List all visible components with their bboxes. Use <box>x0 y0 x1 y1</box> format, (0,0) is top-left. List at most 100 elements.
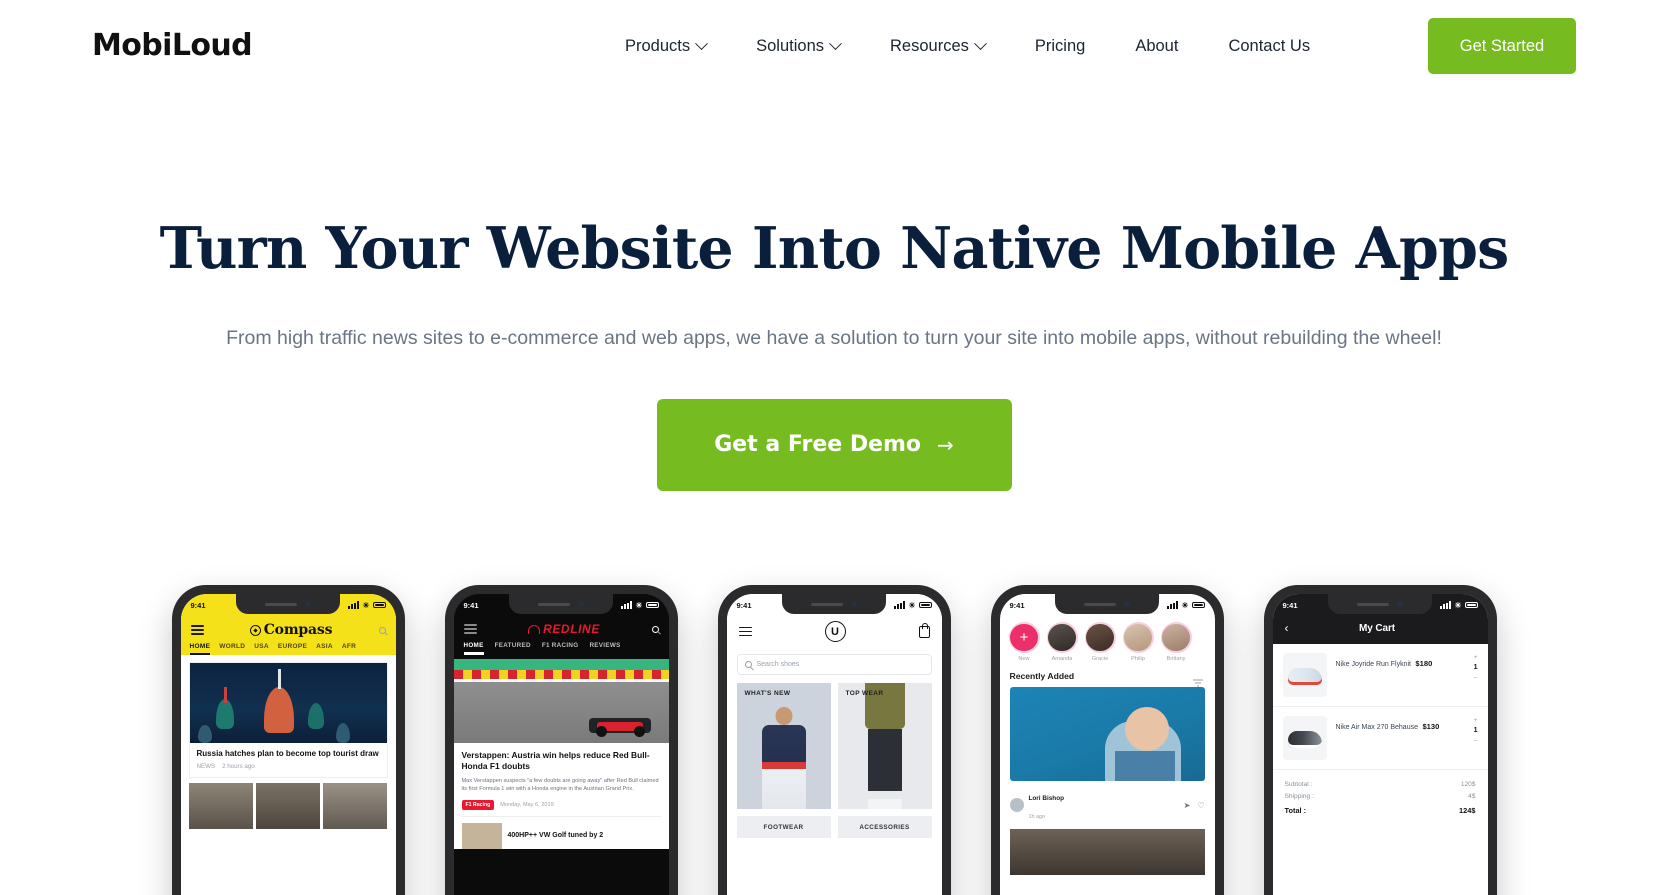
speaker-icon <box>1084 602 1116 606</box>
chevron-down-icon <box>974 37 987 51</box>
mobiloud-logo[interactable]: MobiLoud <box>92 28 253 63</box>
nav-item-pricing[interactable]: Pricing <box>1010 37 1110 56</box>
hamburger-menu-icon[interactable] <box>463 622 477 636</box>
signal-icon <box>621 601 633 609</box>
phone-mockups: 9:41 ☀ Compass HOME WORLD USA EUROPE ASI… <box>0 585 1668 895</box>
get-free-demo-button[interactable]: Get a Free Demo → <box>656 398 1012 491</box>
tab-home[interactable]: HOME <box>189 643 211 655</box>
hero-section: Turn Your Website Into Native Mobile App… <box>0 93 1668 491</box>
tab-home[interactable]: HOME <box>464 642 484 655</box>
story-gracie[interactable]: Gracie <box>1084 622 1116 662</box>
article-date: Monday, May 6, 2019 <box>500 801 554 808</box>
next-article-row[interactable]: 400HP++ VW Golf tuned by 2 <box>461 817 661 849</box>
nav-item-contact-us[interactable]: Contact Us <box>1203 37 1335 56</box>
category-accessories[interactable]: ACCESSORIES <box>837 816 932 838</box>
tab-world[interactable]: WORLD <box>219 643 245 655</box>
tab-reviews[interactable]: REVIEWS <box>589 642 620 655</box>
battery-icon <box>918 602 932 608</box>
search-input[interactable]: Search shoes <box>736 654 932 675</box>
quantity-value: 1 <box>1473 664 1478 672</box>
story-amanda[interactable]: Amanda <box>1046 622 1078 662</box>
battery-icon <box>372 602 386 608</box>
next-post-image[interactable] <box>1009 829 1205 875</box>
story-brittany[interactable]: Brittany <box>1160 622 1192 662</box>
app-bar: REDLINE <box>453 616 669 639</box>
wifi-icon: ☀ <box>1181 600 1189 610</box>
thumbnail[interactable] <box>323 783 388 830</box>
cart-item[interactable]: Nike Air Max 270 Behause $130 + 1 − <box>1272 707 1488 770</box>
quantity-stepper[interactable]: + 1 − <box>1474 653 1478 684</box>
post-author: Lori Bishop <box>1028 795 1065 802</box>
quantity-stepper[interactable]: + 1 − <box>1474 716 1478 747</box>
story-ring: + <box>1008 622 1040 653</box>
promo-tile-label: TOP WEAR <box>845 690 884 697</box>
subtotal-value: 120$ <box>1460 780 1476 788</box>
speaker-icon <box>538 602 570 606</box>
phone-notch <box>1328 594 1432 614</box>
thumbnail[interactable] <box>188 783 253 830</box>
shipping-value: 4$ <box>1468 792 1476 800</box>
camera-icon <box>305 601 311 607</box>
arrow-right-icon: → <box>937 432 954 457</box>
tab-usa[interactable]: USA <box>254 643 269 655</box>
share-icon[interactable]: ➤ <box>1184 801 1191 810</box>
wifi-icon: ☀ <box>362 600 370 610</box>
phone-mockup-compass: 9:41 ☀ Compass HOME WORLD USA EUROPE ASI… <box>171 585 405 895</box>
category-tabs: HOME FEATURED F1 RACING REVIEWS <box>453 638 669 655</box>
product-info: Nike Air Max 270 Behause $130 <box>1336 716 1440 734</box>
status-time: 9:41 <box>1282 600 1298 610</box>
cart-item[interactable]: Nike Joyride Run Flyknit $180 + 1 − <box>1272 644 1488 707</box>
status-icons: ☀ <box>1167 600 1205 610</box>
promo-tile-top-wear[interactable]: TOP WEAR <box>837 683 932 809</box>
category-footwear[interactable]: FOOTWEAR <box>736 816 831 838</box>
subtotal-label: Subtotal : <box>1284 780 1313 788</box>
shipping-label: Shipping : <box>1284 792 1314 800</box>
article-tag: F1 Racing <box>461 799 495 810</box>
nav-item-products[interactable]: Products <box>600 37 731 56</box>
tab-asia[interactable]: ASIA <box>316 643 333 655</box>
app-bar: U <box>726 616 942 650</box>
avatar <box>1048 623 1076 652</box>
nav-item-about[interactable]: About <box>1110 37 1203 56</box>
nav-label-products: Products <box>625 37 691 55</box>
avatar <box>1162 623 1190 652</box>
tab-europe[interactable]: EUROPE <box>278 643 307 655</box>
heart-icon[interactable]: ♡ <box>1197 801 1204 810</box>
thumbnail[interactable] <box>255 783 321 830</box>
compass-icon <box>249 624 261 636</box>
app-bar: Compass <box>180 616 396 640</box>
search-icon[interactable] <box>651 625 659 633</box>
article-card[interactable]: Verstappen: Austria win helps reduce Red… <box>453 742 669 849</box>
signal-icon <box>348 601 360 609</box>
tab-featured[interactable]: FEATURED <box>495 642 531 655</box>
article-category: NEWS <box>196 763 216 771</box>
site-header: MobiLoud Products Solutions Resources Pr… <box>0 0 1668 93</box>
article-body: Max Verstappen suspects "a few doubts ar… <box>461 778 659 793</box>
section-header-row: Recently Added <box>1000 662 1215 687</box>
post-time: 1h ago <box>1028 814 1046 820</box>
hamburger-menu-icon[interactable] <box>190 623 204 637</box>
increase-quantity-icon[interactable]: + <box>1474 654 1478 661</box>
story-philip[interactable]: Philip <box>1122 622 1154 662</box>
nav-item-resources[interactable]: Resources <box>865 37 1010 56</box>
battery-icon <box>1191 602 1205 608</box>
nav-item-solutions[interactable]: Solutions <box>731 37 865 56</box>
promo-tiles: WHAT'S NEW TOP WEAR <box>736 683 932 809</box>
redline-brand-label: REDLINE <box>543 622 600 637</box>
tab-africa[interactable]: AFR <box>342 643 356 655</box>
search-icon[interactable] <box>378 626 386 634</box>
post-image[interactable] <box>1009 687 1205 781</box>
get-started-button[interactable]: Get Started <box>1428 18 1576 74</box>
hero-cta-wrapper: Get a Free Demo → <box>0 398 1668 491</box>
decrease-quantity-icon[interactable]: − <box>1474 675 1478 682</box>
article-meta: NEWS 2 hours ago <box>190 759 387 777</box>
store-logo: U <box>824 621 846 642</box>
increase-quantity-icon[interactable]: + <box>1474 717 1478 724</box>
story-new[interactable]: + New <box>1008 622 1040 662</box>
tab-f1-racing[interactable]: F1 RACING <box>542 642 579 655</box>
shopping-bag-icon[interactable] <box>918 622 930 638</box>
hamburger-menu-icon[interactable] <box>738 624 752 638</box>
promo-tile-whats-new[interactable]: WHAT'S NEW <box>736 683 831 809</box>
decrease-quantity-icon[interactable]: − <box>1474 738 1478 745</box>
article-card[interactable]: Russia hatches plan to become top touris… <box>188 662 388 779</box>
